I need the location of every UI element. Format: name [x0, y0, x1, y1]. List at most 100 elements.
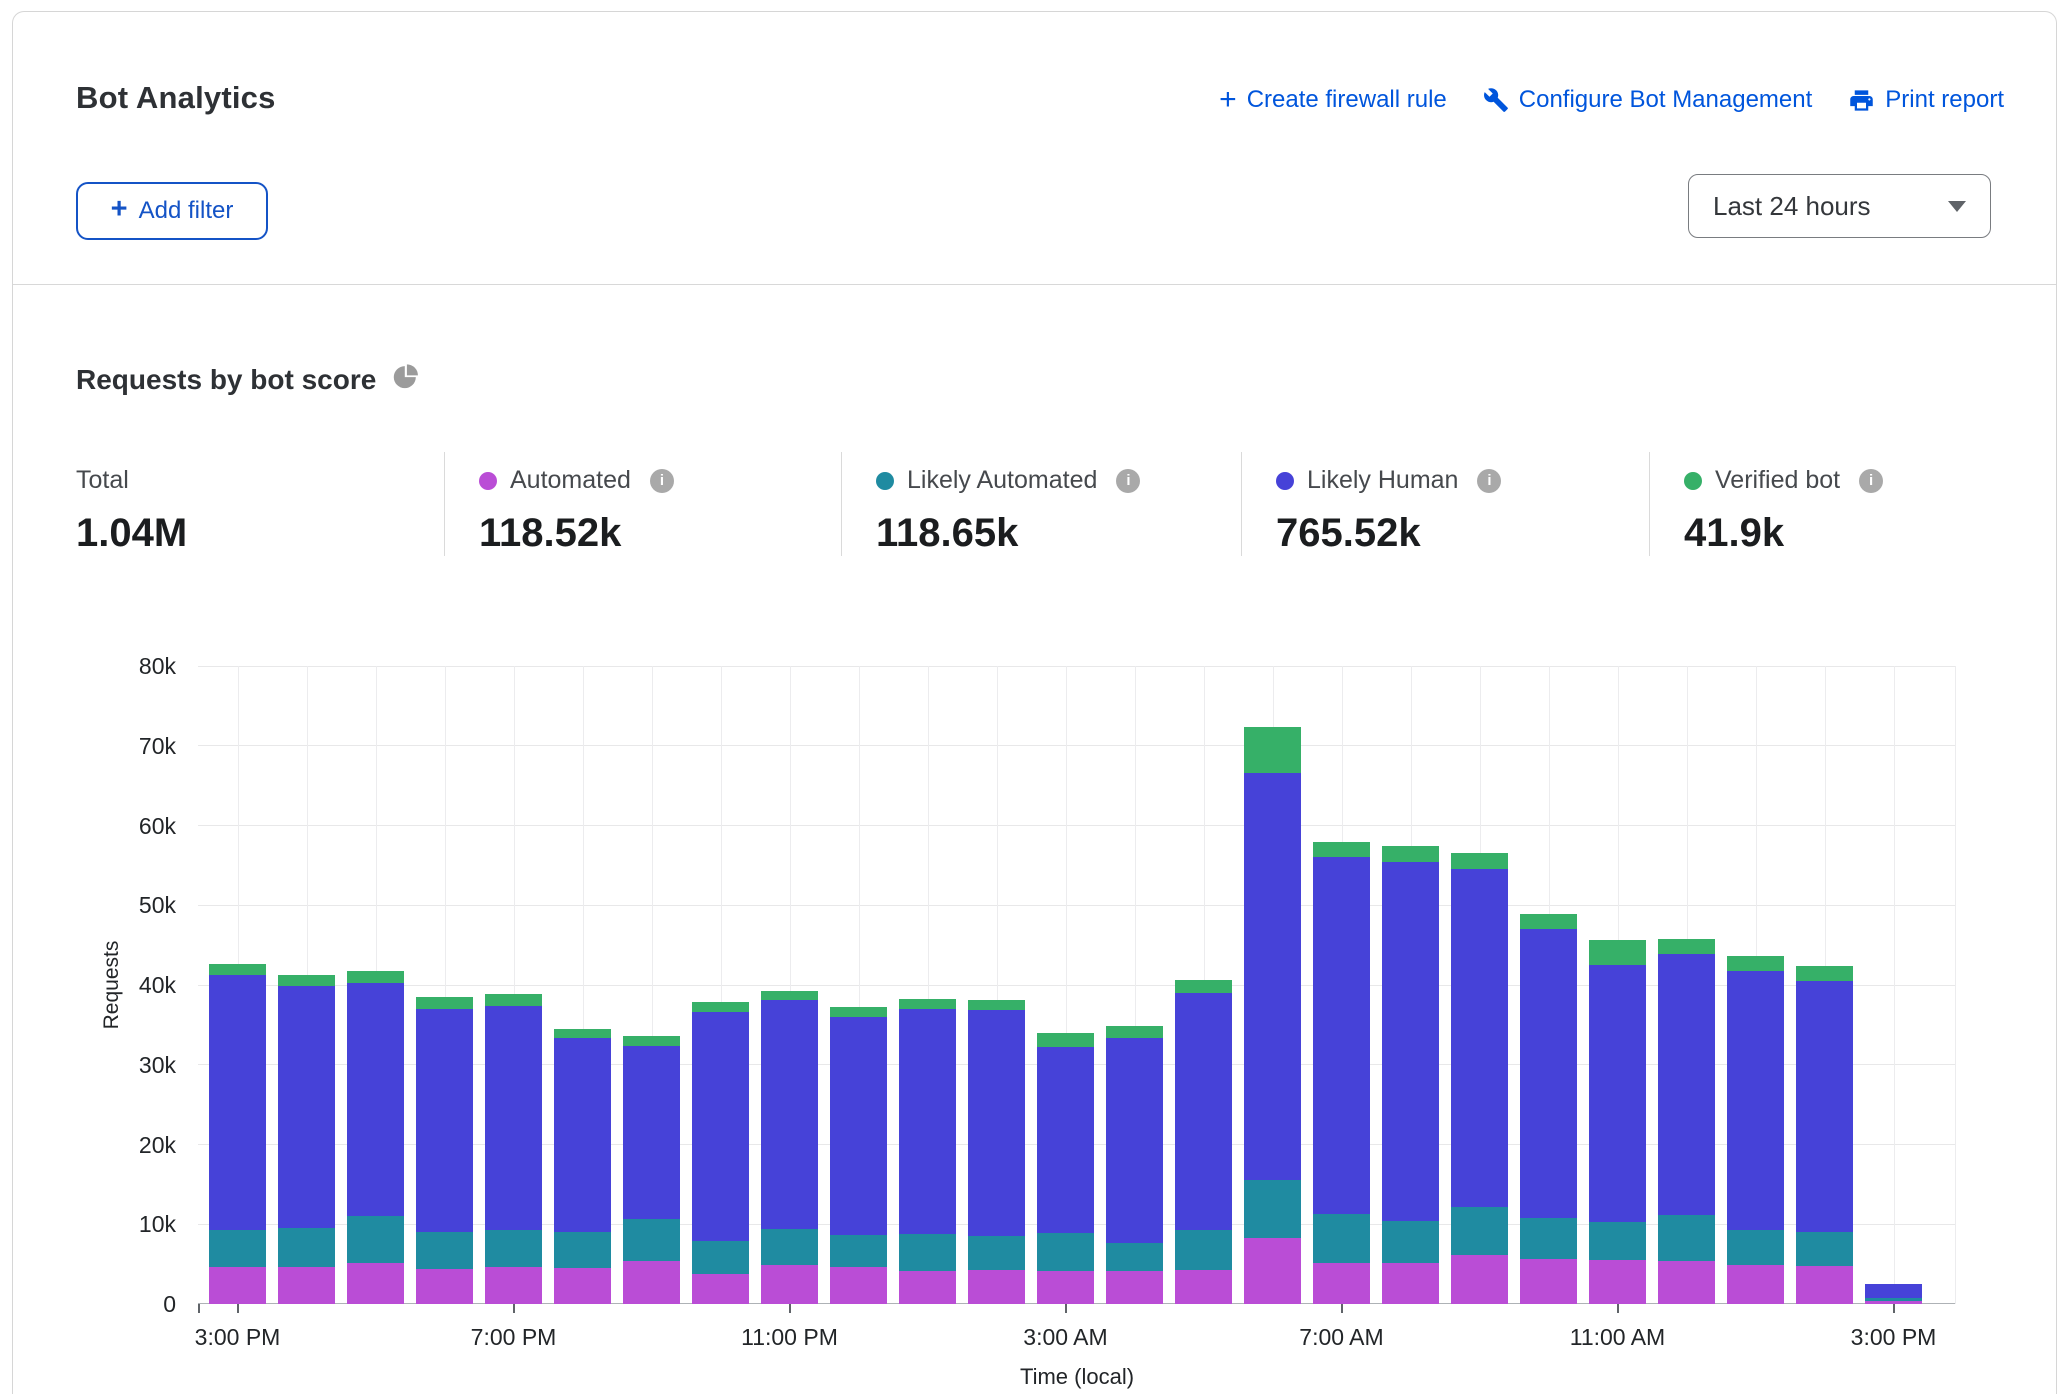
x-axis-title: Time (local)	[198, 1364, 1956, 1390]
bar-13[interactable]	[1106, 666, 1163, 1304]
x-axis-tick-label: 3:00 PM	[153, 1324, 323, 1351]
header-actions: + Create firewall rule Configure Bot Man…	[1219, 86, 2004, 114]
segment-automated	[1313, 1263, 1370, 1304]
segment-verified-bot	[692, 1002, 749, 1012]
segment-verified-bot	[1244, 727, 1301, 773]
bar-6[interactable]	[623, 666, 680, 1304]
segment-verified-bot	[623, 1036, 680, 1046]
bar-14[interactable]	[1175, 666, 1232, 1304]
x-axis-tick-label: 3:00 PM	[1809, 1324, 1979, 1351]
segment-likely-human	[623, 1046, 680, 1220]
bar-12[interactable]	[1037, 666, 1094, 1304]
info-icon[interactable]: i	[650, 469, 674, 493]
time-range-select[interactable]: Last 24 hours	[1688, 174, 1991, 238]
segment-verified-bot	[830, 1007, 887, 1017]
stat-verified-bot: Verified bot i 41.9k	[1649, 452, 2000, 556]
x-axis-tick	[789, 1304, 791, 1313]
segment-likely-automated	[554, 1232, 611, 1268]
plus-icon: +	[1219, 88, 1237, 112]
segment-verified-bot	[554, 1029, 611, 1039]
stat-likely-automated-label: Likely Automated	[907, 466, 1097, 495]
info-icon[interactable]: i	[1116, 469, 1140, 493]
segment-likely-automated	[416, 1232, 473, 1269]
time-range-value: Last 24 hours	[1713, 191, 1871, 222]
bar-19[interactable]	[1520, 666, 1577, 1304]
bar-8[interactable]	[761, 666, 818, 1304]
segment-likely-automated	[278, 1228, 335, 1266]
segment-likely-human	[968, 1010, 1025, 1236]
segment-likely-human	[692, 1012, 749, 1241]
x-gridline	[1955, 666, 1956, 1304]
bar-5[interactable]	[554, 666, 611, 1304]
segment-verified-bot	[1106, 1026, 1163, 1037]
segment-verified-bot	[1451, 853, 1508, 869]
add-filter-button[interactable]: + Add filter	[76, 182, 268, 240]
bar-24[interactable]	[1865, 666, 1922, 1304]
verified-bot-dot-icon	[1684, 472, 1702, 490]
add-filter-label: Add filter	[139, 197, 234, 225]
bar-21[interactable]	[1658, 666, 1715, 1304]
segment-automated	[485, 1267, 542, 1304]
segment-automated	[968, 1270, 1025, 1304]
segment-likely-human	[1382, 862, 1439, 1221]
segment-likely-automated	[1796, 1232, 1853, 1265]
segment-automated	[554, 1268, 611, 1304]
bar-0[interactable]	[209, 666, 266, 1304]
bar-11[interactable]	[968, 666, 1025, 1304]
segment-likely-automated	[1106, 1243, 1163, 1271]
bar-20[interactable]	[1589, 666, 1646, 1304]
stat-verified-bot-value: 41.9k	[1684, 511, 2000, 556]
segment-verified-bot	[1175, 980, 1232, 993]
segment-likely-human	[1658, 954, 1715, 1215]
bar-9[interactable]	[830, 666, 887, 1304]
segment-verified-bot	[761, 991, 818, 1000]
x-axis-tick	[1341, 1304, 1343, 1313]
stat-automated: Automated i 118.52k	[444, 452, 841, 556]
bar-1[interactable]	[278, 666, 335, 1304]
bar-17[interactable]	[1382, 666, 1439, 1304]
info-icon[interactable]: i	[1477, 469, 1501, 493]
segment-likely-human	[1175, 993, 1232, 1230]
segment-verified-bot	[347, 971, 404, 983]
likely-human-dot-icon	[1276, 472, 1294, 490]
segment-likely-automated	[1727, 1230, 1784, 1265]
stat-automated-value: 118.52k	[479, 511, 841, 556]
bar-10[interactable]	[899, 666, 956, 1304]
plus-icon: +	[111, 193, 128, 226]
print-report-link[interactable]: Print report	[1848, 86, 2004, 114]
segment-automated	[209, 1267, 266, 1304]
create-firewall-rule-label: Create firewall rule	[1247, 86, 1447, 114]
segment-automated	[1451, 1255, 1508, 1304]
segment-likely-human	[1106, 1038, 1163, 1243]
y-axis-title: Requests	[100, 885, 130, 1085]
bar-7[interactable]	[692, 666, 749, 1304]
configure-bot-management-link[interactable]: Configure Bot Management	[1483, 86, 1813, 114]
segment-verified-bot	[1589, 940, 1646, 965]
create-firewall-rule-link[interactable]: + Create firewall rule	[1219, 86, 1447, 114]
stat-total-value: 1.04M	[76, 511, 444, 556]
segment-likely-human	[1037, 1047, 1094, 1233]
segment-likely-automated	[347, 1216, 404, 1263]
bar-22[interactable]	[1727, 666, 1784, 1304]
stat-likely-human-value: 765.52k	[1276, 511, 1649, 556]
bar-16[interactable]	[1313, 666, 1370, 1304]
segment-likely-automated	[761, 1229, 818, 1265]
y-axis-tick-label: 0	[98, 1289, 176, 1319]
bar-23[interactable]	[1796, 666, 1853, 1304]
info-icon[interactable]: i	[1859, 469, 1883, 493]
chevron-down-icon	[1948, 201, 1966, 212]
segment-verified-bot	[209, 964, 266, 974]
bar-18[interactable]	[1451, 666, 1508, 1304]
bar-2[interactable]	[347, 666, 404, 1304]
bar-4[interactable]	[485, 666, 542, 1304]
configure-bot-management-label: Configure Bot Management	[1519, 86, 1813, 114]
segment-likely-automated	[1037, 1233, 1094, 1270]
segment-automated	[1037, 1271, 1094, 1304]
stat-total-label: Total	[76, 466, 129, 495]
bar-3[interactable]	[416, 666, 473, 1304]
automated-dot-icon	[479, 472, 497, 490]
segment-likely-automated	[899, 1234, 956, 1271]
segment-automated	[1796, 1266, 1853, 1304]
segment-automated	[1106, 1271, 1163, 1304]
bar-15[interactable]	[1244, 666, 1301, 1304]
